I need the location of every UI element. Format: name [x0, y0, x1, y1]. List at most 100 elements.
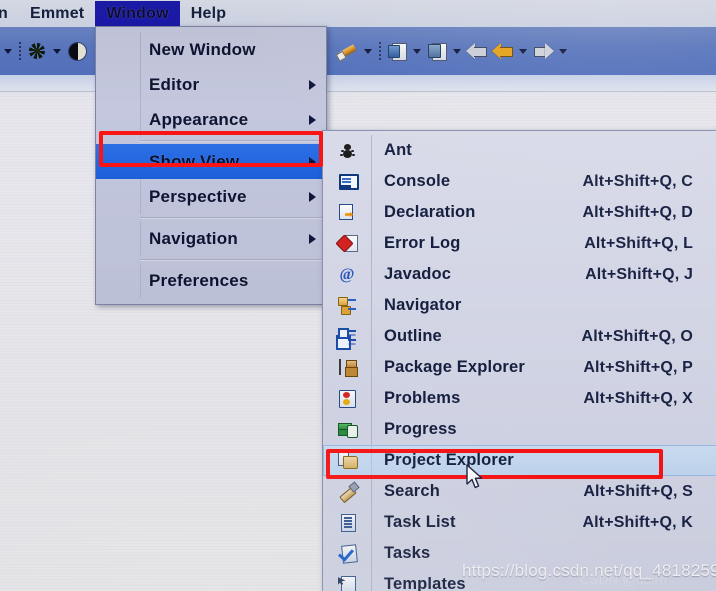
menu-icon-gutter [96, 67, 141, 102]
window-menu-dropdown: New Window Editor Appearance Show View Persp… [95, 26, 327, 305]
dropdown-caret-icon[interactable] [517, 40, 529, 62]
window-menu-item-preferences[interactable]: Preferences [96, 263, 326, 298]
menubar-item-help[interactable]: Help [180, 1, 237, 27]
show-view-item-label: Package Explorer [384, 358, 525, 376]
progress-icon [337, 420, 358, 439]
dropdown-caret-icon[interactable] [451, 40, 463, 62]
mouse-cursor [466, 464, 486, 492]
show-view-item-javadoc[interactable]: Javadoc Alt+Shift+Q, J [323, 259, 716, 290]
task-list-icon [338, 513, 357, 532]
menubar-item-window[interactable]: Window [95, 0, 180, 27]
show-view-item-outline[interactable]: Outline Alt+Shift+Q, O [323, 321, 716, 352]
outline-icon [337, 327, 357, 346]
show-view-item-label: Project Explorer [384, 451, 514, 469]
menubar-item-n[interactable]: n [0, 1, 19, 27]
new-document-icon[interactable] [385, 39, 409, 63]
menu-icon-gutter [323, 166, 372, 197]
menu-icon-gutter [96, 221, 141, 256]
menu-icon-gutter [323, 383, 372, 414]
show-view-item-shortcut: Alt+Shift+Q, C [582, 172, 693, 190]
show-view-item-declaration[interactable]: Declaration Alt+Shift+Q, D [323, 197, 716, 228]
show-view-item-label: Progress [384, 420, 457, 438]
window-menu-item-show-view[interactable]: Show View [96, 144, 326, 179]
show-view-item-label: Javadoc [384, 265, 452, 283]
problems-icon [338, 389, 357, 408]
show-view-item-label: Ant [384, 141, 412, 159]
pencil-edit-icon[interactable] [336, 39, 360, 63]
dropdown-caret-icon[interactable] [2, 40, 14, 62]
show-view-item-project-explorer[interactable]: Project Explorer [323, 445, 716, 476]
menubar-item-emmet[interactable]: Emmet [19, 1, 95, 27]
menu-icon-gutter [323, 476, 372, 507]
menu-icon-gutter [323, 538, 372, 569]
show-view-item-label: Outline [384, 327, 442, 345]
toolbar-right-group [336, 37, 569, 65]
show-view-item-problems[interactable]: Problems Alt+Shift+Q, X [323, 383, 716, 414]
back-arrow-gold-icon[interactable] [491, 39, 515, 63]
show-view-item-label: Problems [384, 389, 461, 407]
window-menu-item-appearance[interactable]: Appearance [96, 102, 326, 137]
toolbar-separator [16, 40, 23, 62]
ant-icon [338, 141, 357, 160]
menu-separator [140, 217, 326, 218]
submenu-arrow-icon [309, 79, 316, 90]
package-explorer-icon [338, 358, 357, 377]
menu-icon-gutter [323, 445, 372, 476]
window-menu-item-new-window[interactable]: New Window [96, 32, 326, 67]
menu-icon-gutter [323, 352, 372, 383]
show-view-item-shortcut: Alt+Shift+Q, O [581, 327, 693, 345]
navigator-icon [337, 296, 357, 315]
submenu-arrow-icon [309, 156, 316, 167]
show-view-item-label: Console [384, 172, 451, 190]
show-view-item-shortcut: Alt+Shift+Q, X [583, 389, 693, 407]
menu-icon-gutter [323, 321, 372, 352]
templates-icon [338, 575, 357, 591]
dropdown-caret-icon[interactable] [557, 40, 569, 62]
show-view-item-progress[interactable]: Progress [323, 414, 716, 445]
menu-icon-gutter [96, 102, 141, 137]
menu-bar: n Emmet Window Help [0, 0, 716, 27]
menu-separator [140, 259, 326, 260]
show-view-submenu: Ant Console Alt+Shift+Q, C Declaration Alt+S… [322, 130, 716, 591]
dropdown-caret-icon[interactable] [51, 40, 63, 62]
show-view-item-error-log[interactable]: Error Log Alt+Shift+Q, L [323, 228, 716, 259]
show-view-item-package-explorer[interactable]: Package Explorer Alt+Shift+Q, P [323, 352, 716, 383]
submenu-arrow-icon [309, 233, 316, 244]
show-view-item-shortcut: Alt+Shift+Q, D [582, 203, 693, 221]
dropdown-caret-icon[interactable] [362, 40, 374, 62]
show-view-item-label: Error Log [384, 234, 461, 252]
declaration-icon [338, 203, 357, 222]
menu-icon-gutter [323, 507, 372, 538]
show-view-item-ant[interactable]: Ant [323, 135, 716, 166]
window-menu-item-label: Perspective [149, 186, 247, 206]
dropdown-caret-icon[interactable] [411, 40, 423, 62]
show-view-item-task-list[interactable]: Task List Alt+Shift+Q, K [323, 507, 716, 538]
back-arrow-grey-icon[interactable] [465, 39, 489, 63]
show-view-item-search[interactable]: Search Alt+Shift+Q, S [323, 476, 716, 507]
window-menu-item-navigation[interactable]: Navigation [96, 221, 326, 256]
window-menu-item-label: Show View [149, 151, 240, 171]
show-view-item-console[interactable]: Console Alt+Shift+Q, C [323, 166, 716, 197]
window-menu-item-label: Navigation [149, 228, 238, 248]
menu-icon-gutter [323, 228, 372, 259]
forward-arrow-icon[interactable] [531, 39, 555, 63]
menu-icon-gutter [323, 414, 372, 445]
window-menu-item-editor[interactable]: Editor [96, 67, 326, 102]
menu-icon-gutter [323, 135, 372, 166]
show-view-item-shortcut: Alt+Shift+Q, L [584, 234, 693, 252]
show-view-item-navigator[interactable]: Navigator [323, 290, 716, 321]
menu-icon-gutter [323, 259, 372, 290]
menu-icon-gutter [96, 179, 141, 214]
toolbar-separator [376, 40, 383, 62]
project-explorer-icon [337, 451, 358, 470]
window-menu-item-label: New Window [149, 39, 256, 59]
window-menu-item-perspective[interactable]: Perspective [96, 179, 326, 214]
menu-icon-gutter [323, 569, 372, 591]
tasks-icon [338, 544, 357, 563]
show-view-item-shortcut: Alt+Shift+Q, J [585, 265, 693, 283]
debug-gear-icon[interactable] [25, 39, 49, 63]
menu-separator [140, 140, 326, 141]
open-document-icon[interactable] [425, 39, 449, 63]
search-icon [338, 482, 357, 501]
contrast-icon[interactable] [65, 39, 89, 63]
